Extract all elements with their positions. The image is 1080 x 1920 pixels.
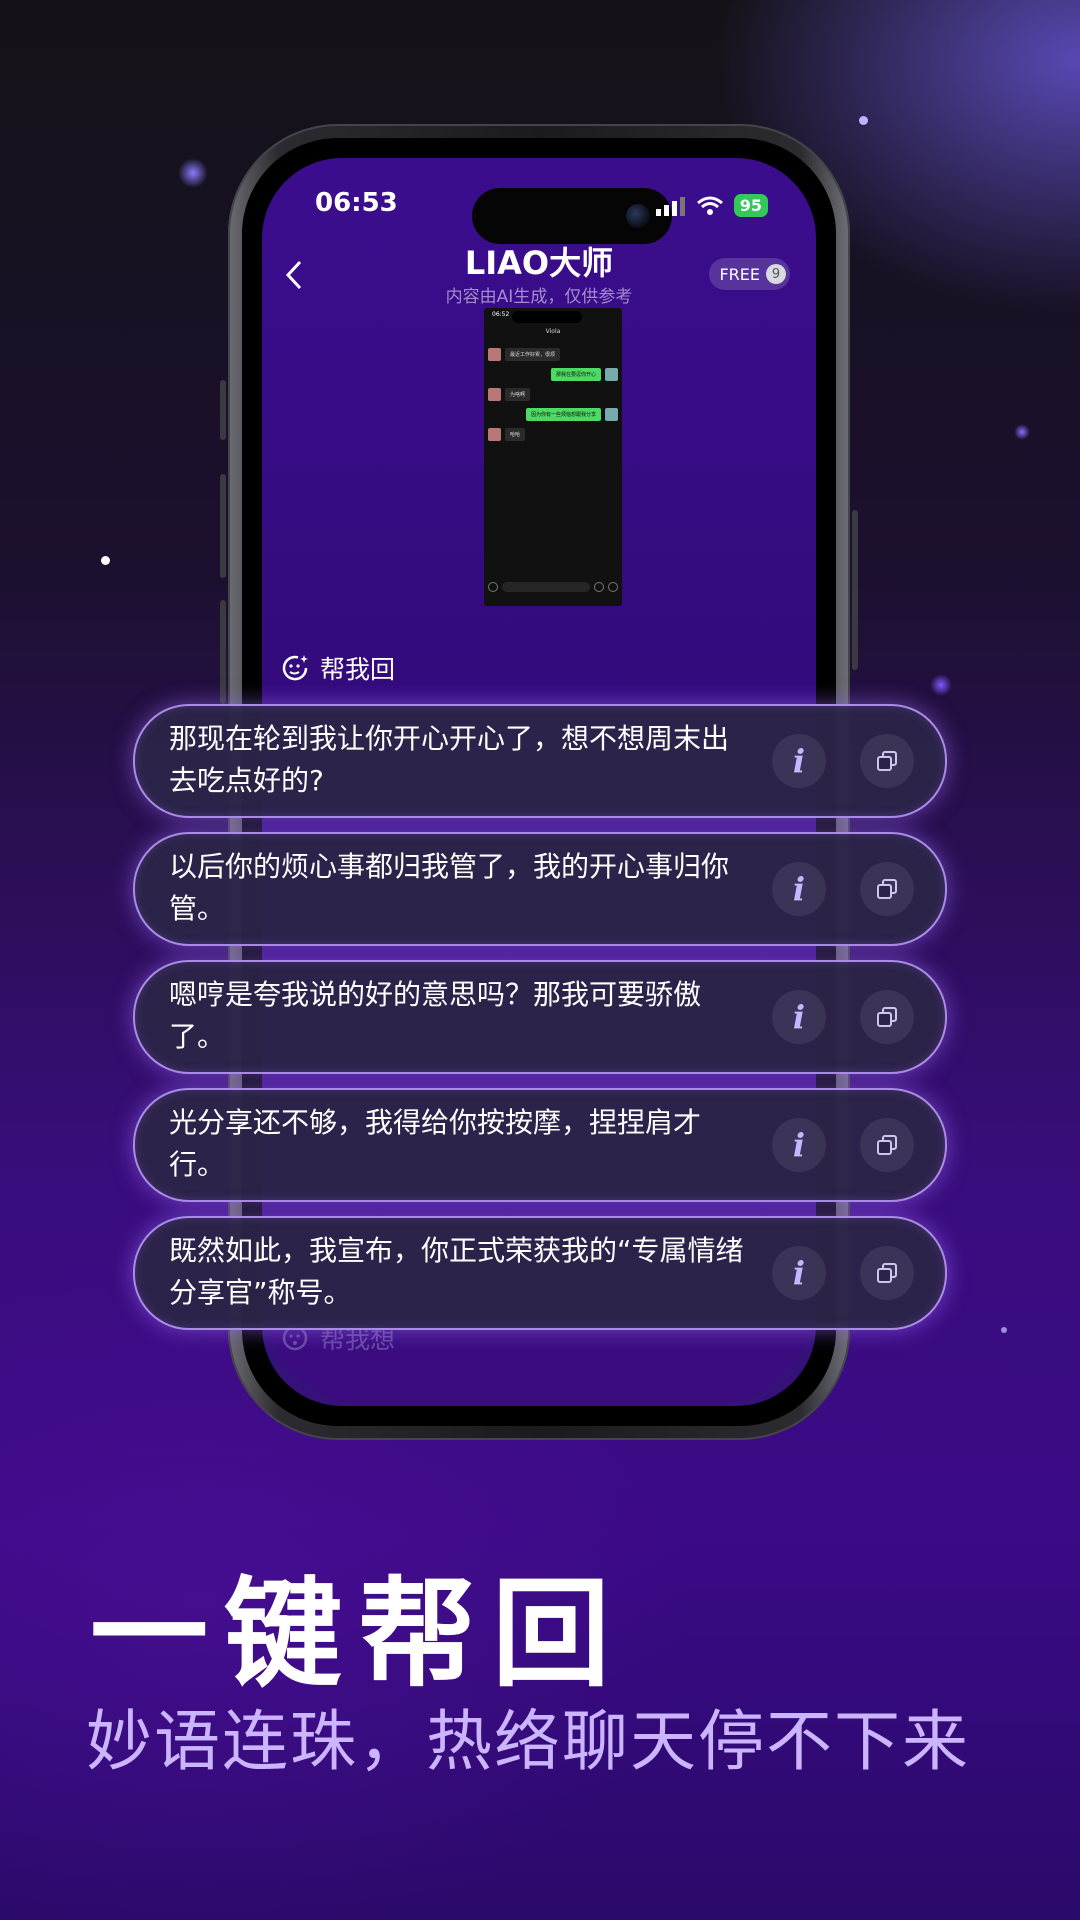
mini-bubble: 那我在要逗你开心 bbox=[550, 368, 601, 381]
suggestion-card[interactable]: 既然如此，我宣布，你正式荣获我的“专属情绪分享官”称号。 i bbox=[133, 1216, 947, 1330]
suggestion-text: 嗯哼是夸我说的好的意思吗？那我可要骄傲了。 bbox=[169, 978, 702, 1053]
suggestion-card[interactable]: 光分享还不够，我得给你按按摩，捏捏肩才行。 i bbox=[133, 1088, 947, 1202]
mini-emoji-icon bbox=[594, 582, 604, 592]
dynamic-island bbox=[472, 188, 672, 244]
info-icon: i bbox=[792, 1126, 806, 1164]
phone-side-button bbox=[220, 380, 226, 440]
promo-tagline: 妙语连珠，热络聊天停不下来 bbox=[86, 1703, 970, 1780]
status-time: 06:53 bbox=[315, 188, 398, 218]
copy-icon bbox=[877, 879, 897, 899]
star-decoration bbox=[101, 556, 110, 565]
suggestion-text: 以后你的烦心事都归我管了，我的开心事归你管。 bbox=[169, 850, 730, 925]
avatar bbox=[605, 408, 618, 421]
star-decoration bbox=[859, 116, 868, 125]
copy-button[interactable] bbox=[860, 862, 914, 916]
info-icon: i bbox=[792, 998, 806, 1036]
free-label: FREE bbox=[719, 264, 760, 284]
phone-side-button bbox=[852, 510, 858, 670]
info-button[interactable]: i bbox=[772, 990, 826, 1044]
info-icon: i bbox=[792, 1254, 806, 1292]
info-button[interactable]: i bbox=[772, 862, 826, 916]
mini-status-time: 06:52 bbox=[492, 311, 510, 318]
suggestion-card[interactable]: 嗯哼是夸我说的好的意思吗？那我可要骄傲了。 i bbox=[133, 960, 947, 1074]
help-reply-button[interactable]: 帮我回 bbox=[280, 650, 395, 686]
mini-message-left: 最近工作好累，很烦 bbox=[488, 348, 561, 361]
phone-side-button bbox=[220, 474, 226, 578]
star-decoration bbox=[1001, 1327, 1007, 1333]
info-button[interactable]: i bbox=[772, 1118, 826, 1172]
avatar bbox=[488, 348, 501, 361]
mini-voice-icon bbox=[488, 582, 498, 592]
copy-icon bbox=[877, 1263, 897, 1283]
avatar bbox=[605, 368, 618, 381]
sparkle-face-icon bbox=[282, 655, 308, 681]
signal-icon bbox=[655, 196, 685, 216]
avatar bbox=[488, 428, 501, 441]
info-icon: i bbox=[792, 742, 806, 780]
info-icon: i bbox=[792, 870, 806, 908]
suggestion-list: 那现在轮到我让你开心开心了，想不想周末出去吃点好的? i 以后你的烦心事都归我管… bbox=[133, 704, 947, 1344]
copy-button[interactable] bbox=[860, 734, 914, 788]
star-decoration bbox=[1014, 424, 1030, 440]
status-icons: 95 bbox=[655, 194, 768, 217]
camera-icon bbox=[626, 204, 650, 228]
copy-button[interactable] bbox=[860, 990, 914, 1044]
help-reply-label: 帮我回 bbox=[320, 655, 396, 684]
mini-message-left: 为啥啊 bbox=[488, 388, 531, 401]
copy-icon bbox=[877, 1135, 897, 1155]
suggestion-text: 那现在轮到我让你开心开心了，想不想周末出去吃点好的? bbox=[169, 722, 730, 797]
wifi-icon bbox=[696, 196, 723, 215]
avatar bbox=[488, 388, 501, 401]
suggestion-text: 光分享还不够，我得给你按按摩，捏捏肩才行。 bbox=[169, 1106, 702, 1181]
promo-headline: 一键帮回 bbox=[90, 1565, 627, 1703]
phone-side-button bbox=[220, 600, 226, 704]
free-badge[interactable]: FREE 9 bbox=[709, 258, 790, 290]
copy-icon bbox=[877, 751, 897, 771]
suggestion-card[interactable]: 那现在轮到我让你开心开心了，想不想周末出去吃点好的? i bbox=[133, 704, 947, 818]
chat-screenshot-thumbnail[interactable]: 06:52 Viola 最近工作好累，很烦 那我在要逗你开心 为啥啊 因为你有一… bbox=[484, 308, 622, 606]
mini-bubble: 哈哈 bbox=[505, 428, 526, 441]
suggestion-card[interactable]: 以后你的烦心事都归我管了，我的开心事归你管。 i bbox=[133, 832, 947, 946]
mini-plus-icon bbox=[608, 582, 618, 592]
mini-message-right: 因为你有一些烦恼想跟我分享 bbox=[525, 408, 618, 421]
mini-message-left: 哈哈 bbox=[488, 428, 526, 441]
mini-island bbox=[512, 311, 582, 323]
free-count: 9 bbox=[766, 264, 786, 284]
mini-input-field bbox=[502, 582, 590, 592]
mini-input-bar bbox=[488, 580, 618, 594]
info-button[interactable]: i bbox=[772, 734, 826, 788]
copy-button[interactable] bbox=[860, 1118, 914, 1172]
mini-message-right: 那我在要逗你开心 bbox=[550, 368, 618, 381]
mini-chat-name: Viola bbox=[545, 328, 561, 335]
mini-bubble: 为啥啊 bbox=[505, 388, 531, 401]
copy-icon bbox=[877, 1007, 897, 1027]
star-decoration bbox=[930, 674, 952, 696]
copy-button[interactable] bbox=[860, 1246, 914, 1300]
suggestion-text: 既然如此，我宣布，你正式荣获我的“专属情绪分享官”称号。 bbox=[169, 1234, 744, 1309]
mini-bubble: 最近工作好累，很烦 bbox=[505, 348, 561, 361]
mini-bubble: 因为你有一些烦恼想跟我分享 bbox=[525, 408, 601, 421]
star-decoration bbox=[178, 158, 208, 188]
info-button[interactable]: i bbox=[772, 1246, 826, 1300]
battery-indicator: 95 bbox=[733, 194, 768, 217]
